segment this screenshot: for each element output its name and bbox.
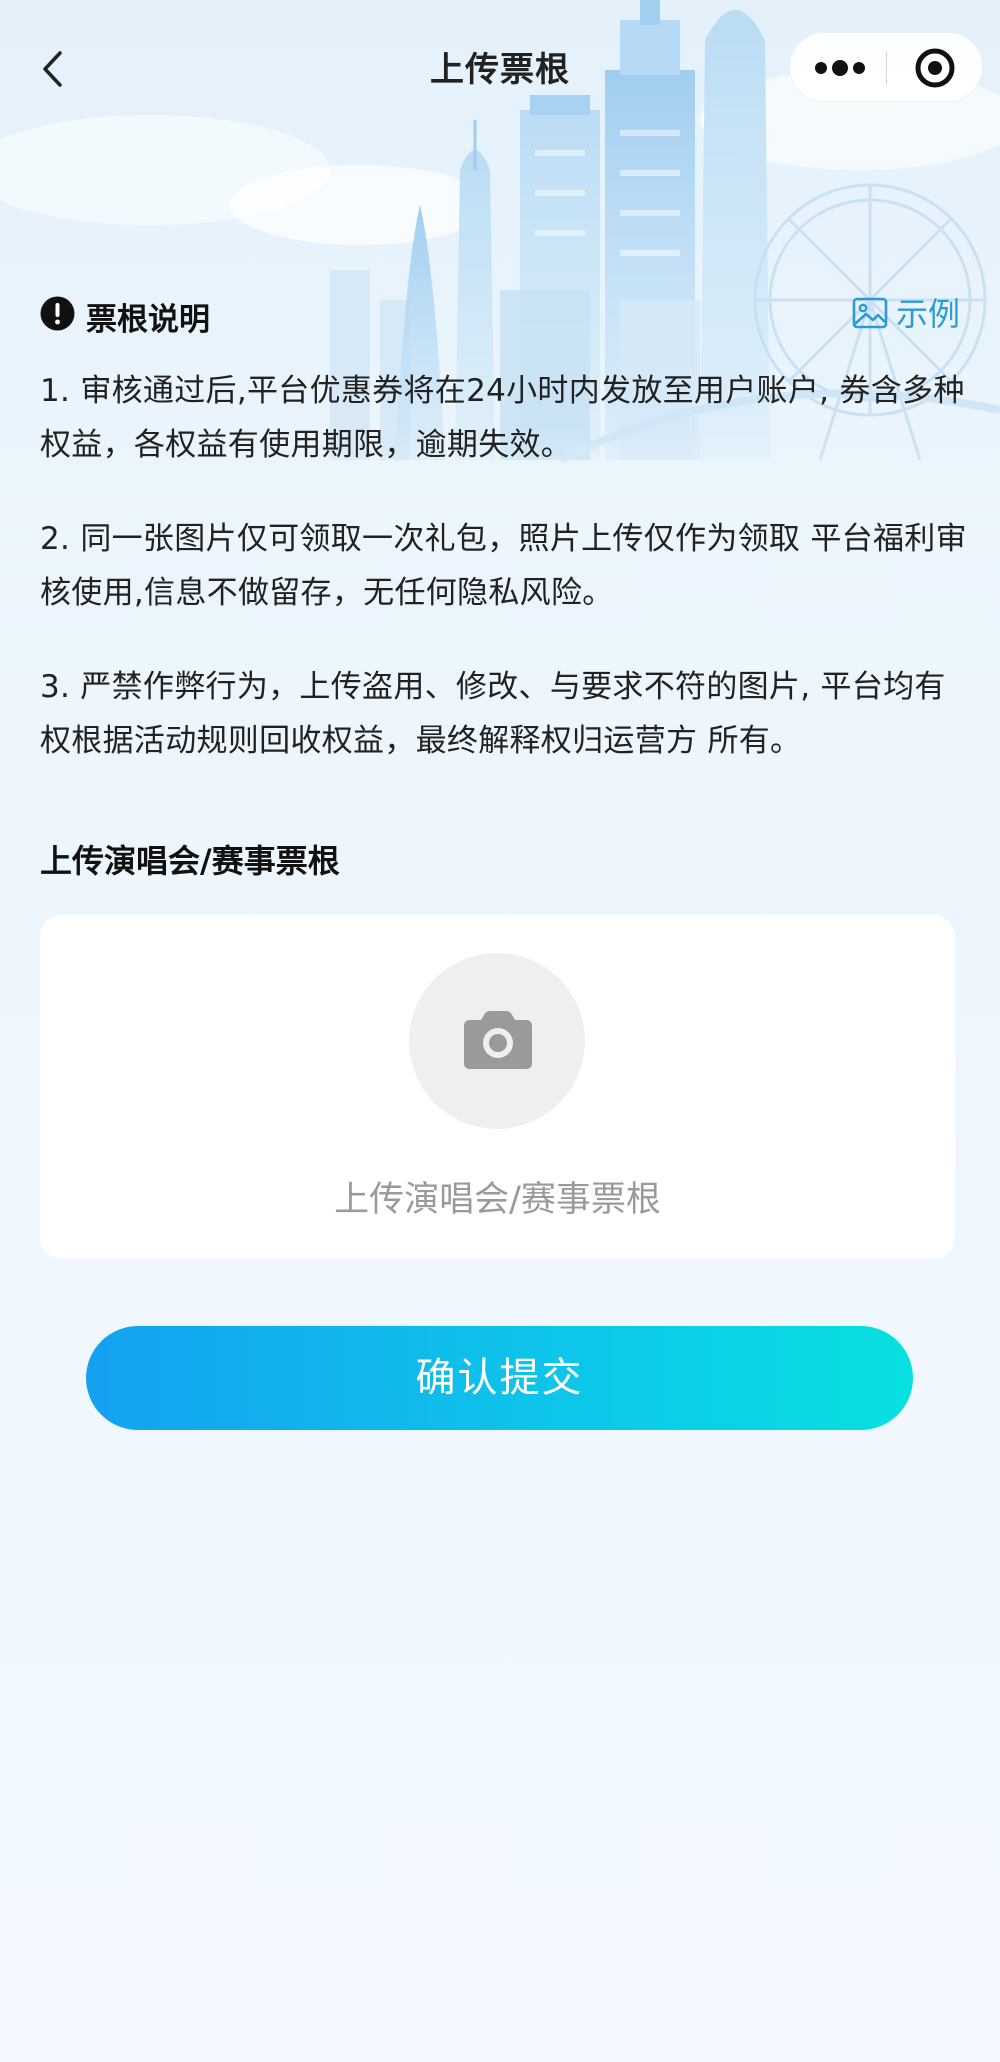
upload-placeholder-label: 上传演唱会/赛事票根 — [334, 1180, 661, 1220]
camera-button[interactable] — [409, 953, 585, 1129]
upload-heading: 上传演唱会/赛事票根 — [40, 842, 340, 880]
image-icon — [852, 297, 888, 329]
upload-card[interactable]: 上传演唱会/赛事票根 — [40, 915, 955, 1259]
submit-button[interactable]: 确认提交 — [86, 1326, 913, 1430]
notes-header: 票根说明 示例 — [40, 292, 960, 338]
example-link[interactable]: 示例 — [852, 292, 960, 336]
notes-list: 1. 审核通过后,平台优惠券将在24小时内发放至用户账户, 券含多种权益，各权益… — [40, 364, 970, 808]
note-item-1: 1. 审核通过后,平台优惠券将在24小时内发放至用户账户, 券含多种权益，各权益… — [40, 373, 965, 463]
more-dots-icon — [815, 60, 865, 76]
more-button[interactable] — [790, 33, 886, 103]
close-button[interactable] — [887, 33, 983, 103]
exclamation-circle-icon — [40, 296, 75, 331]
camera-icon — [464, 1011, 532, 1069]
notes-title: 票根说明 — [86, 302, 210, 338]
example-label: 示例 — [895, 295, 960, 333]
page: 上传票根 票根说明 示例 1. 审核通过后,平台优惠券将在24小时内发放至用户账… — [0, 0, 1000, 2062]
mini-program-capsule — [789, 32, 983, 102]
nav-bar: 上传票根 — [0, 0, 1000, 135]
target-close-icon — [915, 48, 955, 88]
note-item-2: 2. 同一张图片仅可领取一次礼包，照片上传仅作为领取 平台福利审核使用,信息不做… — [40, 521, 967, 611]
note-item-3: 3. 严禁作弊行为，上传盗用、修改、与要求不符的图片, 平台均有权根据活动规则回… — [40, 669, 946, 759]
